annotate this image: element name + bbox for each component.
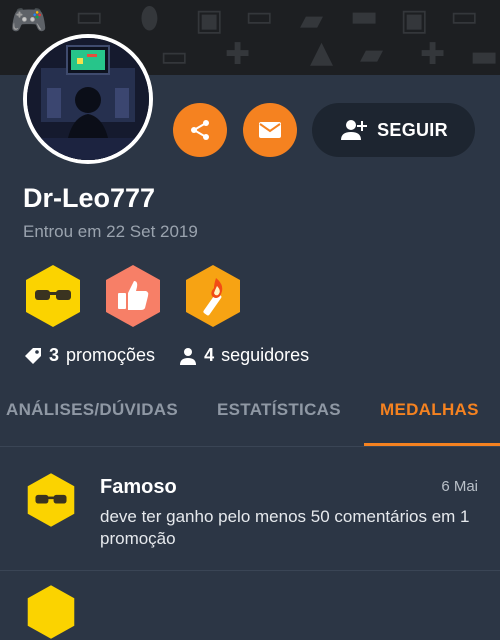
avatar[interactable] bbox=[23, 34, 153, 164]
medal-title: Famoso bbox=[100, 476, 177, 498]
active-tab-indicator bbox=[364, 443, 500, 446]
avatar-image bbox=[27, 38, 149, 160]
list-item[interactable]: Famoso 6 Mai deve ter ganho pelo menos 5… bbox=[0, 458, 500, 571]
pattern-icon: ⬮ bbox=[140, 1, 159, 36]
controller-pattern-icon: 🎮 bbox=[10, 3, 48, 38]
promotions-count: 3 bbox=[49, 345, 60, 365]
promotions-label: promoções bbox=[66, 345, 156, 365]
share-icon bbox=[191, 120, 209, 140]
tab-reviews[interactable]: ANÁLISES/DÚVIDAS bbox=[6, 400, 178, 420]
mail-icon bbox=[259, 122, 281, 138]
sunglasses-badge-icon[interactable] bbox=[24, 264, 82, 328]
controller-pattern-icon: ✚ bbox=[420, 37, 446, 72]
followers-label: seguidores bbox=[221, 345, 310, 365]
tv-pattern-icon: ▭ bbox=[450, 0, 479, 34]
thumbs-up-badge-icon[interactable] bbox=[104, 264, 162, 328]
pattern-icon: ▭ bbox=[160, 39, 189, 74]
followers-stat[interactable]: 4 seguidores bbox=[179, 345, 309, 366]
profile-tabs: ANÁLISES/DÚVIDAS ESTATÍSTICAS MEDALHAS bbox=[0, 382, 500, 447]
share-button[interactable] bbox=[173, 103, 227, 157]
join-date: Entrou em 22 Set 2019 bbox=[23, 222, 198, 241]
torch-badge-icon[interactable] bbox=[184, 264, 242, 328]
tab-statistics[interactable]: ESTATÍSTICAS bbox=[217, 400, 341, 420]
message-button[interactable] bbox=[243, 103, 297, 157]
tag-icon bbox=[25, 347, 41, 364]
add-user-icon bbox=[341, 120, 368, 140]
controller-pattern-icon: ✚ bbox=[225, 37, 251, 72]
promotions-stat[interactable]: 3 promoções bbox=[24, 345, 155, 366]
medal-icon bbox=[27, 585, 75, 639]
tab-medals[interactable]: MEDALHAS bbox=[380, 400, 479, 420]
pattern-icon: ▣ bbox=[400, 3, 429, 38]
username: Dr-Leo777 bbox=[23, 183, 156, 213]
pattern-icon: ▰ bbox=[360, 37, 384, 72]
tv-pattern-icon: ▭ bbox=[245, 0, 274, 34]
sunglasses-medal-icon bbox=[27, 473, 75, 527]
pattern-icon: ▰ bbox=[300, 3, 324, 38]
pattern-icon: ▣ bbox=[195, 3, 224, 38]
follow-button[interactable]: SEGUIR bbox=[312, 103, 475, 157]
medal-date: 6 Mai bbox=[441, 478, 478, 495]
follow-label: SEGUIR bbox=[377, 119, 448, 140]
dress-pattern-icon: ▲ bbox=[310, 35, 334, 70]
pattern-icon: ▬ bbox=[470, 39, 499, 74]
followers-count: 4 bbox=[204, 345, 215, 365]
medal-description: deve ter ganho pelo menos 50 comentários… bbox=[100, 507, 470, 548]
profile-stats: 3 promoções 4 seguidores bbox=[24, 345, 333, 366]
person-icon bbox=[180, 347, 197, 365]
badge-list bbox=[24, 264, 242, 328]
pattern-icon: ▭ bbox=[75, 0, 104, 34]
pattern-icon: ▬ bbox=[350, 0, 379, 34]
